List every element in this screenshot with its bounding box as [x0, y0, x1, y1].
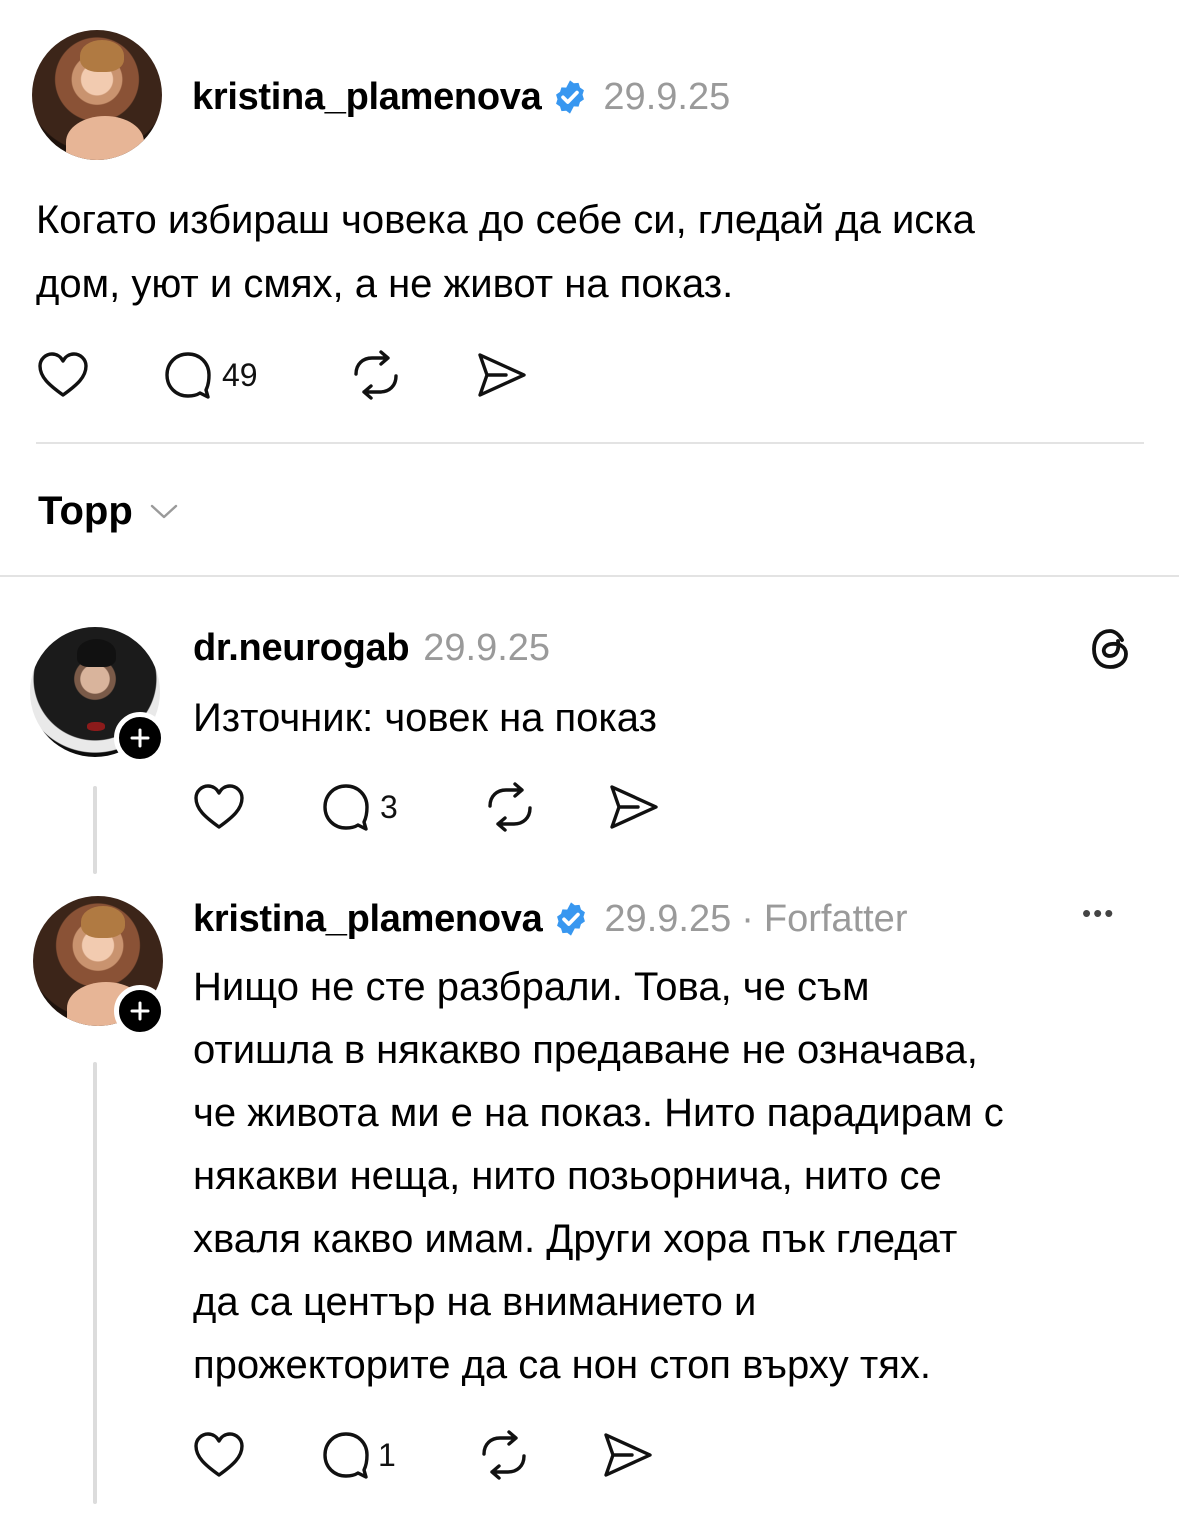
comment-bubble-icon — [323, 784, 369, 831]
username[interactable]: kristina_plamenova — [193, 898, 543, 941]
repost-button[interactable] — [476, 1430, 532, 1485]
chevron-down-icon — [149, 501, 179, 521]
reply-text-line: хваля какво имам. Други хора пък гледат — [193, 1217, 958, 1261]
username[interactable]: dr.neurogab — [193, 627, 410, 670]
reply-text-line: да са център на вниманието и — [193, 1280, 757, 1324]
reply-text-line: отишла в някакво предаване не означава, — [193, 1028, 978, 1072]
plus-icon — [130, 1001, 150, 1021]
repost-button[interactable] — [348, 350, 404, 405]
heart-icon — [194, 1432, 244, 1477]
post-date: 29.9.25 — [603, 75, 731, 118]
verified-badge-icon — [552, 900, 590, 938]
send-icon — [478, 353, 526, 397]
heart-icon — [38, 352, 88, 397]
reply-date: 29.9.25 — [423, 626, 551, 669]
heart-icon — [194, 784, 244, 829]
reply-text-line: някакви неща, нито позьорнича, нито се — [193, 1154, 942, 1198]
comment-count: 1 — [378, 1436, 396, 1473]
follow-button[interactable] — [114, 985, 166, 1037]
like-button[interactable] — [192, 1430, 246, 1485]
reply-date: 29.9.25 — [604, 897, 732, 940]
sort-dropdown[interactable]: Topp — [38, 486, 179, 536]
reply-text-line: че живота ми е на показ. Нито парадирам … — [193, 1091, 1004, 1135]
comment-bubble-icon — [323, 1432, 369, 1479]
reply-text-line: прожекторите да са нон стоп върху тях. — [193, 1343, 932, 1387]
reply-text-line: Нищо не сте разбрали. Това, че съм — [193, 965, 870, 1009]
meta-separator: · — [741, 897, 754, 940]
reply-text: Нищо не сте разбрали. Това, че съм отишл… — [193, 956, 1153, 1397]
threads-logo-icon[interactable] — [1088, 626, 1134, 677]
post-text-line: дом, уют и смях, а не живот на показ. — [36, 262, 734, 306]
post-header: kristina_plamenova 29.9.25 — [192, 70, 730, 124]
comment-button[interactable]: 1 — [320, 1430, 396, 1480]
send-icon — [604, 1433, 652, 1477]
thread-line — [93, 1062, 97, 1504]
divider — [36, 442, 1144, 444]
post-text-line: Когато избираш човека до себе си, гледай… — [36, 198, 975, 242]
plus-icon — [130, 728, 150, 748]
reply-text-line: Източник: човек на показ — [193, 696, 657, 740]
comment-button[interactable]: 3 — [320, 782, 398, 832]
share-button[interactable] — [606, 782, 660, 837]
thread-line — [93, 786, 97, 874]
repost-icon — [354, 350, 398, 400]
like-button[interactable] — [192, 782, 246, 837]
author-tag: Forfatter — [763, 897, 908, 940]
send-icon — [610, 785, 658, 829]
comment-button[interactable]: 49 — [162, 350, 258, 400]
repost-icon — [482, 1430, 526, 1480]
more-options-button[interactable]: ••• — [1082, 898, 1115, 929]
comment-count: 49 — [222, 356, 258, 393]
reply-header: dr.neurogab 29.9.25 — [193, 622, 550, 674]
divider — [0, 575, 1179, 577]
verified-badge-icon — [551, 78, 589, 116]
sort-label: Topp — [38, 488, 133, 533]
repost-button[interactable] — [482, 782, 538, 837]
share-button[interactable] — [600, 1430, 654, 1485]
comment-bubble-icon — [165, 352, 211, 399]
reply-text: Източник: човек на показ — [193, 686, 1133, 750]
avatar[interactable] — [32, 30, 162, 160]
post-text: Когато избираш човека до себе си, гледай… — [36, 188, 1156, 316]
share-button[interactable] — [474, 350, 528, 405]
follow-button[interactable] — [114, 712, 166, 764]
like-button[interactable] — [36, 350, 90, 405]
reply-header: kristina_plamenova 29.9.25 · Forfatter — [193, 892, 907, 946]
comment-count: 3 — [380, 788, 398, 825]
repost-icon — [488, 782, 532, 832]
username[interactable]: kristina_plamenova — [192, 76, 542, 119]
